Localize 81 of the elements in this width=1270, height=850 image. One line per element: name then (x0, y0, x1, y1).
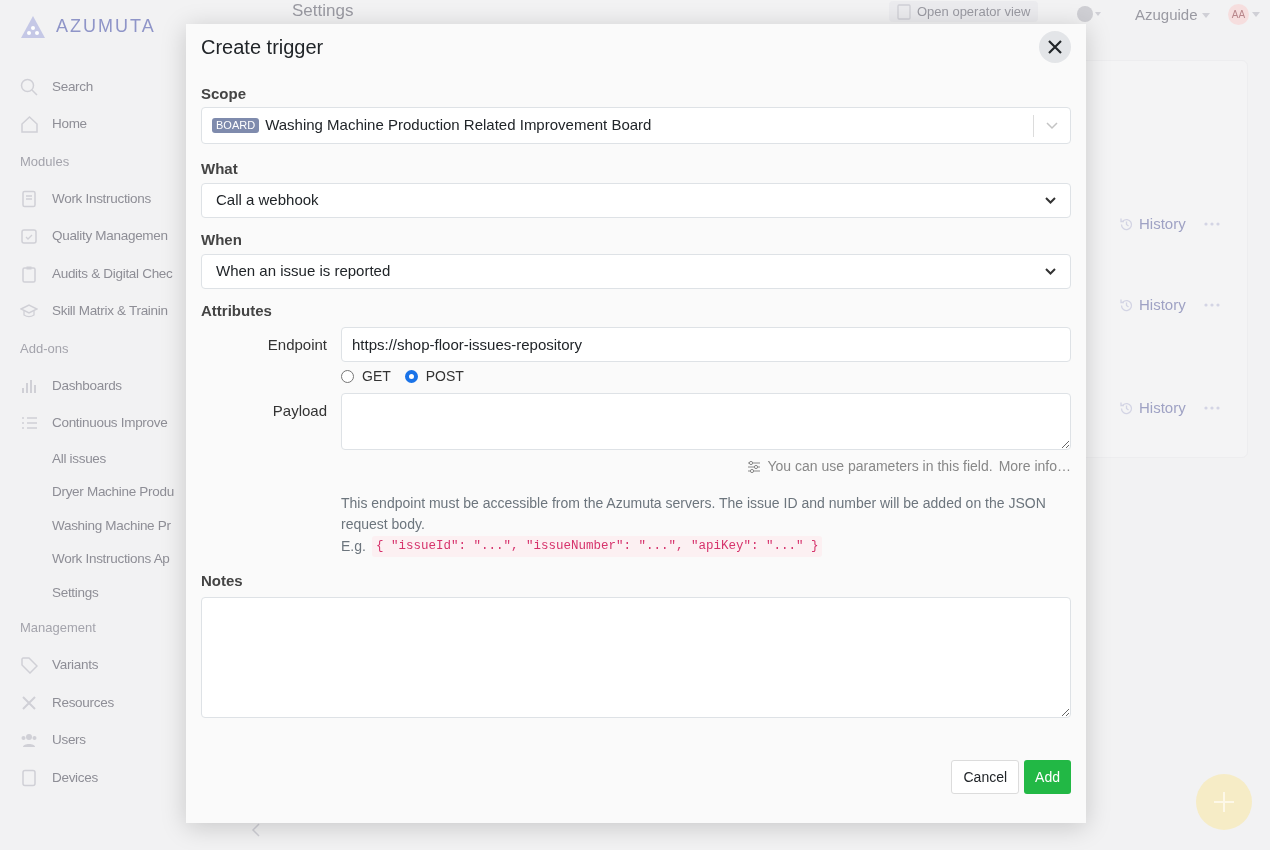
description-text: This endpoint must be accessible from the Azumuta servers. The issue ID and number will be added on the JSON request body. (341, 494, 1047, 534)
field-label: Attributes (201, 301, 273, 321)
tablet-icon (20, 768, 38, 787)
hint-text: You can use parameters in this field. (767, 457, 993, 476)
notes-field[interactable] (201, 597, 1071, 718)
radio-button[interactable] (341, 369, 354, 383)
endpoint-field[interactable]: https://shop-floor-issues-repository (341, 327, 1071, 362)
sidebar-item[interactable]: Dashboards (52, 375, 122, 396)
history-link[interactable]: History (1119, 294, 1186, 317)
chevron-left-icon (251, 823, 261, 837)
radio-button[interactable] (404, 369, 418, 383)
caret-icon (1252, 12, 1260, 17)
field-label: Endpoint (266, 335, 327, 355)
more-icon (1204, 222, 1220, 226)
select-field[interactable]: Call a webhook (201, 183, 1071, 218)
example-label: E.g. (341, 537, 366, 556)
section-heading: Modules (20, 152, 70, 171)
users-icon (20, 731, 38, 750)
select-value: Washing Machine Production Related Improvement Board (265, 115, 653, 136)
logo-text: AZUMUTA (56, 15, 156, 38)
operator-view-button[interactable]: Open operator view (889, 1, 1039, 22)
sidebar-item[interactable]: Home (52, 114, 87, 135)
calendar-check-icon (20, 227, 38, 246)
page-title: Settings (292, 0, 354, 22)
sidebar-item[interactable]: Resources (52, 692, 114, 713)
more-icon (1204, 303, 1220, 307)
sidebar-subitem[interactable]: Washing Machine Pr (52, 515, 171, 536)
scope-select[interactable]: BOARD Washing Machine Production Related Improvement Board (201, 107, 1071, 144)
payload-field[interactable] (341, 393, 1071, 450)
field-label: Payload (271, 401, 327, 421)
sidebar-item[interactable]: Quality Managemen (52, 226, 168, 247)
sidebar-item[interactable]: Variants (52, 655, 99, 676)
user-menu[interactable]: Azuguide (1135, 4, 1210, 27)
document-icon (897, 3, 911, 20)
radio-label[interactable]: POST (425, 365, 464, 387)
history-icon (1119, 216, 1134, 232)
caret-icon (1201, 12, 1210, 18)
tag-icon (20, 656, 38, 675)
close-icon (1048, 39, 1062, 54)
sidebar-subitem[interactable]: Settings (52, 582, 99, 603)
code-example: { "issueId": "...", "issueNumber": "...", "apiKey": "..." } (371, 536, 823, 557)
history-link[interactable]: History (1119, 213, 1186, 236)
field-label: Scope (201, 84, 247, 104)
plus-icon (1213, 791, 1235, 813)
add-button[interactable]: Add (1024, 760, 1071, 794)
chevron-down-icon (1046, 121, 1058, 130)
sidebar-subitem[interactable]: Work Instructions Ap (52, 549, 170, 570)
tag-badge: BOARD (212, 118, 260, 133)
cancel-button[interactable]: Cancel (951, 760, 1020, 794)
field-label: What (201, 159, 239, 179)
search-icon (20, 77, 38, 96)
history-icon (1119, 400, 1134, 416)
sidebar-item[interactable]: Skill Matrix & Trainin (52, 301, 168, 322)
more-info-link[interactable]: More info… (998, 456, 1071, 477)
sliders-icon (747, 460, 762, 473)
document-icon (20, 189, 38, 208)
section-heading: Add-ons (20, 339, 69, 358)
sidebar-item[interactable]: Continuous Improve (52, 413, 168, 434)
dialog-title: Create trigger (201, 34, 324, 60)
sidebar-subitem[interactable]: Dryer Machine Produ (52, 482, 174, 503)
logo-icon (20, 14, 46, 39)
avatar[interactable]: AA (1228, 4, 1249, 25)
sidebar-item[interactable]: Work Instructions (52, 188, 151, 209)
more-icon (1204, 406, 1220, 410)
select-field[interactable]: When an issue is reported (201, 254, 1071, 289)
field-label: Notes (201, 571, 244, 591)
history-link[interactable]: History (1119, 397, 1186, 420)
field-label: When (201, 230, 243, 250)
sidebar-item[interactable]: Devices (52, 767, 98, 788)
radio-label[interactable]: GET (362, 365, 391, 387)
sidebar-subitem[interactable]: All issues (52, 448, 107, 469)
sidebar-item[interactable]: Audits & Digital Chec (52, 263, 173, 284)
clipboard-icon (20, 264, 38, 283)
history-icon (1119, 297, 1134, 313)
chevron-down-icon (1045, 268, 1056, 275)
close-button[interactable] (1039, 30, 1071, 63)
chevron-down-icon (1045, 197, 1056, 204)
sidebar-item[interactable]: Users (52, 730, 86, 751)
section-heading: Management (20, 619, 96, 638)
home-icon (20, 115, 38, 134)
sidebar-item[interactable]: Search (52, 76, 93, 97)
